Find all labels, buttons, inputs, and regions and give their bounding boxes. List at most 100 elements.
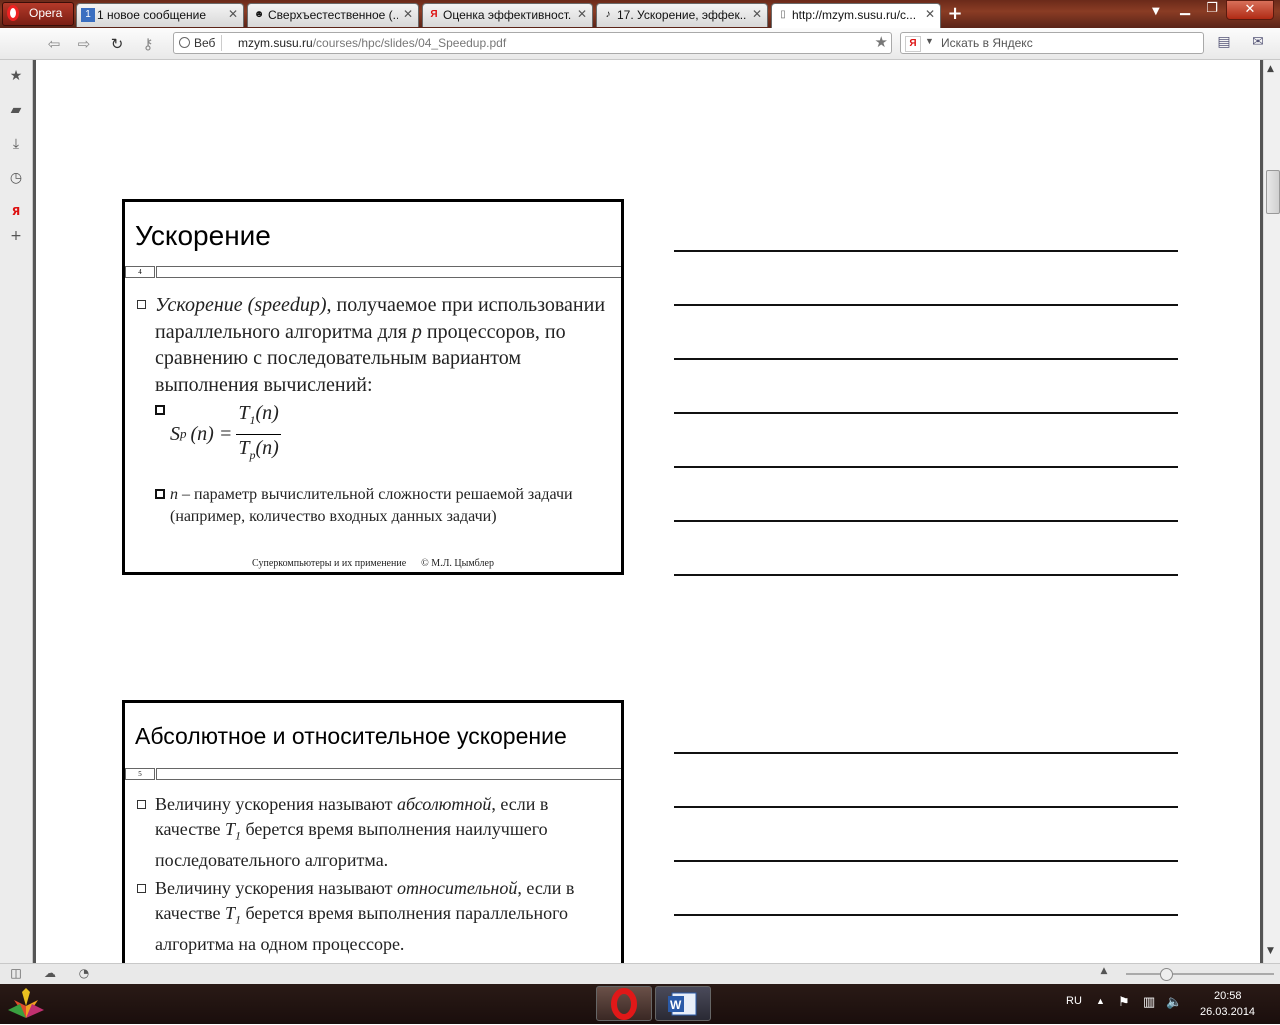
new-tab-button[interactable]: + [944, 5, 966, 25]
taskbar-opera-button[interactable] [596, 986, 652, 1021]
bookmark-star-icon[interactable]: ★ [875, 33, 888, 51]
tab-label: Оценка эффективност... [443, 8, 572, 22]
flag-icon[interactable]: ⚑ [1118, 994, 1130, 1010]
cloud-icon[interactable]: ☁ [42, 966, 58, 982]
chevron-down-icon[interactable]: ▼ [925, 36, 934, 46]
scrollbar-thumb[interactable] [1266, 170, 1280, 214]
svg-text:W: W [670, 998, 682, 1012]
notes-icon[interactable]: ▰ [8, 102, 24, 118]
zoom-slider-track[interactable] [1126, 973, 1274, 975]
reload-icon[interactable]: ↻ [107, 35, 127, 53]
panel-toggle-icon[interactable]: ◫ [8, 966, 24, 982]
volume-icon[interactable]: 🔈 [1166, 994, 1182, 1010]
slide-body: Ускорение (speedup), получаемое при испо… [137, 292, 613, 528]
slide-number-bar: 5 [125, 768, 621, 780]
history-clock-icon[interactable]: ◷ [8, 170, 24, 186]
bullet-relative: Величину ускорения называют относительно… [137, 876, 613, 956]
tab-favicon-icon: 1 [81, 8, 95, 22]
tab-pdf-active[interactable]: ▯ http://mzym.susu.ru/c... ✕ [771, 3, 941, 28]
close-icon[interactable]: ✕ [752, 7, 762, 21]
slide-number: 4 [125, 266, 155, 278]
opera-menu-button[interactable]: Opera [2, 2, 74, 26]
navigation-toolbar: ⇦ ⇨ ↻ ⚷ Веб mzym.susu.ru/courses/hpc/sli… [0, 28, 1280, 60]
address-domain: mzym.susu.ru [238, 36, 313, 50]
web-badge-label: Веб [194, 36, 216, 50]
minimize-button[interactable]: ▁ [1172, 0, 1198, 20]
tab-messages[interactable]: 1 1 новое сообщение ✕ [76, 3, 244, 27]
pdf-viewer[interactable]: Ускорение 4 Ускорение (speedup), получае… [33, 60, 1263, 963]
tab-speedup-video[interactable]: ♪ 17. Ускорение, эффек... ✕ [596, 3, 768, 27]
tab-favicon-icon: Я [430, 9, 438, 20]
bullet-absolute: Величину ускорения называют абсолютной, … [137, 792, 613, 872]
document-icon[interactable]: ▤ [1214, 34, 1234, 54]
opera-logo-icon [7, 5, 19, 21]
slide-number-bar: 4 [125, 266, 621, 278]
slide-number: 5 [125, 768, 155, 780]
speedup-formula: Sp (n) = T1(n) Tp(n) [170, 402, 281, 462]
clock-time[interactable]: 20:58 [1214, 990, 1242, 1002]
tab-favicon-icon: ☻ [253, 9, 265, 20]
notes-lines-slide-5 [674, 752, 1178, 963]
address-path: /courses/hpc/slides/04_Speedup.pdf [312, 36, 507, 50]
key-icon[interactable]: ⚷ [138, 35, 158, 53]
taskbar-word-button[interactable]: W [655, 986, 711, 1021]
zoom-slider-knob[interactable] [1160, 968, 1173, 981]
slide-footer: Суперкомпьютеры и их применение © М.Л. Ц… [252, 558, 494, 569]
add-panel-icon[interactable]: + [8, 228, 24, 244]
close-icon[interactable]: ✕ [228, 7, 238, 21]
windows-taskbar: W RU ▲ ⚑ ▥ 🔈 20:58 26.03.2014 [0, 984, 1280, 1024]
tab-efficiency[interactable]: Я Оценка эффективност... ✕ [422, 3, 593, 27]
yandex-panel-icon[interactable]: Я [8, 204, 24, 220]
maximize-button[interactable]: ❐ [1199, 0, 1225, 20]
search-placeholder: Искать в Яндекс [941, 36, 1033, 50]
bookmarks-star-icon[interactable]: ★ [8, 68, 24, 84]
slide-4: Ускорение 4 Ускорение (speedup), получае… [122, 199, 624, 575]
bullet-formula: Sp (n) = T1(n) Tp(n) [155, 400, 613, 468]
bullet-definition: Ускорение (speedup), получаемое при испо… [137, 292, 613, 398]
tray-expand-icon[interactable]: ▲ [1096, 996, 1105, 1006]
opera-menu-label: Opera [29, 6, 63, 20]
address-bar[interactable]: Веб mzym.susu.ru/courses/hpc/slides/04_S… [173, 32, 892, 54]
tab-list-icon[interactable]: ▼ [1152, 6, 1160, 17]
language-indicator[interactable]: RU [1066, 995, 1082, 1007]
clock-date[interactable]: 26.03.2014 [1200, 1006, 1255, 1018]
bullet-n-parameter: n – параметр вычислительной сложности ре… [155, 484, 613, 528]
speed-dial-icon[interactable]: ◔ [76, 966, 92, 982]
search-input[interactable]: Я ▼ Искать в Яндекс [900, 32, 1204, 54]
vertical-scrollbar[interactable]: ▲ ▼ [1263, 60, 1280, 963]
globe-icon [179, 37, 190, 48]
start-button[interactable] [4, 986, 48, 1022]
scroll-up-icon[interactable]: ▲ [1267, 64, 1274, 74]
view-up-icon[interactable]: ▲ [1096, 966, 1112, 982]
slide-5: Абсолютное и относительное ускорение 5 В… [122, 700, 624, 963]
back-arrow-icon[interactable]: ⇦ [44, 35, 64, 53]
tab-label: http://mzym.susu.ru/c... [792, 8, 917, 22]
tab-supernatural[interactable]: ☻ Сверхъестественное (... ✕ [247, 3, 419, 27]
forward-arrow-icon[interactable]: ⇨ [74, 35, 94, 53]
sidebar-panel: ★ ▰ ⤓ ◷ Я + [0, 60, 33, 963]
downloads-icon[interactable]: ⤓ [8, 136, 24, 152]
opera-icon [611, 988, 637, 1020]
notes-lines-slide-4 [674, 250, 1178, 628]
title-bar: Opera 1 1 новое сообщение ✕ ☻ Сверхъесте… [0, 0, 1280, 28]
address-url[interactable]: mzym.susu.ru/courses/hpc/slides/04_Speed… [238, 36, 506, 50]
close-window-button[interactable]: ✕ [1226, 0, 1274, 20]
yandex-icon: Я [905, 36, 921, 52]
tab-favicon-icon: ♪ [605, 9, 611, 20]
web-badge[interactable]: Веб [176, 35, 223, 51]
word-icon: W [668, 992, 697, 1016]
slide-title: Ускорение [135, 220, 271, 251]
slide-body: Величину ускорения называют абсолютной, … [137, 792, 613, 956]
tab-favicon-icon: ▯ [780, 9, 786, 20]
scroll-down-icon[interactable]: ▼ [1267, 946, 1274, 956]
close-icon[interactable]: ✕ [925, 7, 935, 21]
tab-label: Сверхъестественное (... [268, 8, 398, 22]
status-bar: ◫ ☁ ◔ ▲ [0, 963, 1280, 984]
slide-title: Абсолютное и относительное ускорение [135, 723, 567, 749]
tab-label: 17. Ускорение, эффек... [617, 8, 747, 22]
close-icon[interactable]: ✕ [403, 7, 413, 21]
network-icon[interactable]: ▥ [1143, 994, 1155, 1010]
close-icon[interactable]: ✕ [577, 7, 587, 21]
mail-icon[interactable]: ✉ [1248, 34, 1268, 54]
tab-label: 1 новое сообщение [97, 8, 207, 22]
